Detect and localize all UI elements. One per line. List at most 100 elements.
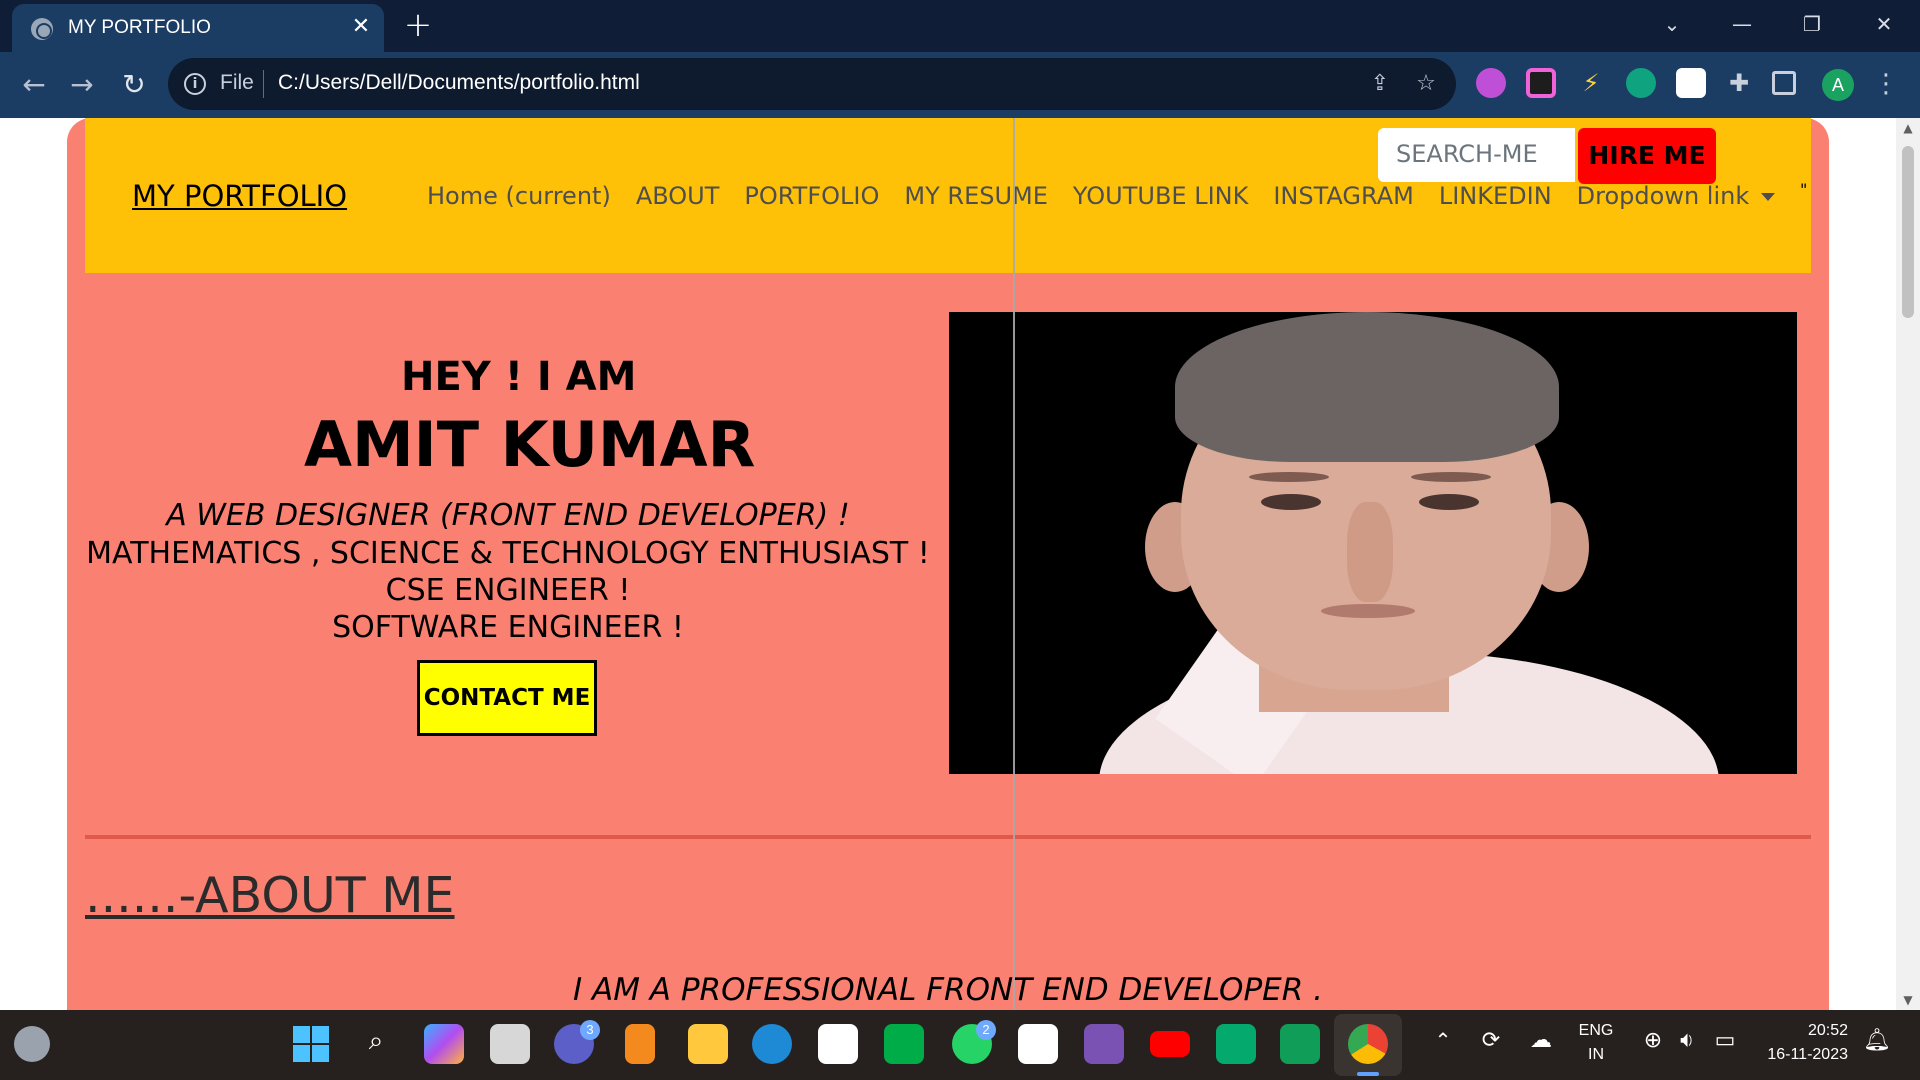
sync-icon[interactable]: ⟳ [1476, 1028, 1506, 1053]
browser-toolbar: ← → ↻ i File C:/Users/Dell/Documents/por… [0, 52, 1920, 118]
vertical-guide-line [1013, 118, 1015, 1010]
forward-arrow-icon[interactable]: → [64, 68, 100, 104]
youtube-icon[interactable] [1150, 1031, 1190, 1057]
dropdown-label: Dropdown link [1576, 182, 1750, 210]
windows-taskbar: ⌕ 3 2 ⌃ ⟳ ☁ ENG IN ⊕ 🔉︎ ▭ 20:52 16-11-20… [0, 1010, 1920, 1080]
language-line1[interactable]: ENG [1576, 1022, 1616, 1040]
clock-date[interactable]: 16-11-2023 [1748, 1046, 1848, 1064]
teams-badge: 3 [580, 1020, 600, 1040]
address-separator [263, 70, 264, 98]
onedrive-cloud-icon[interactable]: ☁ [1524, 1028, 1558, 1053]
bootstrap-icon[interactable] [1084, 1024, 1124, 1064]
back-arrow-icon[interactable]: ← [16, 68, 52, 104]
role-text: A WEB DESIGNER (FRONT END DEVELOPER) ! [166, 498, 850, 533]
chevron-up-icon[interactable]: ⌃ [1428, 1028, 1458, 1052]
about-heading: ......-ABOUT ME [85, 867, 455, 924]
extension-grammar-icon[interactable] [1676, 68, 1706, 98]
minimize-icon[interactable]: — [1720, 6, 1764, 42]
scroll-thumb[interactable] [1902, 146, 1914, 318]
meet-icon[interactable] [884, 1024, 924, 1064]
page-viewport: MY PORTFOLIO Home (current) ABOUT PORTFO… [0, 118, 1896, 1010]
extension-chatgpt-icon[interactable] [1626, 68, 1656, 98]
bookmark-star-icon[interactable]: ☆ [1412, 70, 1440, 98]
photo-eye-right [1419, 494, 1479, 510]
greeting-heading: HEY ! I AM [401, 354, 637, 400]
cse-text: CSE ENGINEER ! [385, 573, 631, 608]
share-icon[interactable]: ⇪ [1366, 70, 1394, 98]
w3schools-icon[interactable] [1216, 1024, 1256, 1064]
nav-dropdown[interactable]: Dropdown link [1577, 182, 1776, 210]
file-label: File [220, 71, 254, 94]
extension-circle-icon[interactable] [1526, 68, 1556, 98]
network-globe-icon[interactable]: ⊕ [1638, 1028, 1668, 1053]
menu-kebab-icon[interactable]: ⋮ [1872, 66, 1900, 102]
hire-me-button[interactable]: HIRE ME [1578, 128, 1716, 184]
side-panel-icon[interactable] [1772, 71, 1796, 95]
close-window-icon[interactable]: ✕ [1862, 6, 1906, 42]
photo-brow-right [1411, 472, 1491, 482]
interests-text: MATHEMATICS , SCIENCE & TECHNOLOGY ENTHU… [86, 536, 930, 571]
url-text[interactable]: C:/Users/Dell/Documents/portfolio.html [278, 71, 640, 95]
browser-tabstrip: MY PORTFOLIO ✕ + ⌄ — ❐ ✕ [0, 0, 1920, 52]
file-explorer-icon[interactable] [688, 1024, 728, 1064]
nav-link-about[interactable]: ABOUT [636, 182, 720, 210]
page-scrollbar[interactable]: ▲ ▼ [1896, 118, 1920, 1010]
nav-link-linkedin[interactable]: LINKEDIN [1439, 182, 1552, 210]
browser-tab[interactable]: MY PORTFOLIO ✕ [12, 4, 384, 52]
extension-bolt-icon[interactable]: ⚡ [1576, 68, 1606, 98]
brand-link[interactable]: MY PORTFOLIO [132, 179, 347, 213]
info-icon[interactable]: i [184, 73, 206, 95]
copilot-icon[interactable] [424, 1024, 464, 1064]
scroll-up-arrow-icon[interactable]: ▲ [1896, 118, 1920, 138]
start-windows-icon[interactable] [291, 1024, 331, 1064]
battery-icon[interactable]: ▭ [1710, 1028, 1740, 1053]
close-tab-icon[interactable]: ✕ [346, 12, 376, 42]
scroll-down-arrow-icon[interactable]: ▼ [1896, 990, 1920, 1010]
profile-photo [949, 312, 1797, 774]
nav-link-resume[interactable]: MY RESUME [904, 182, 1048, 210]
name-heading: AMIT KUMAR [304, 408, 756, 481]
extensions-puzzle-icon[interactable]: ✚ [1724, 68, 1754, 98]
language-line2[interactable]: IN [1576, 1046, 1616, 1064]
about-tagline: I AM A PROFESSIONAL FRONT END DEVELOPER … [573, 972, 1323, 1008]
photo-hair [1175, 312, 1559, 462]
weather-icon[interactable] [14, 1026, 50, 1062]
nav-link-portfolio[interactable]: PORTFOLIO [744, 182, 879, 210]
nav-link-instagram[interactable]: INSTAGRAM [1273, 182, 1413, 210]
classroom-icon[interactable] [1280, 1024, 1320, 1064]
sublime-text-icon[interactable] [625, 1024, 655, 1064]
search-icon[interactable]: ⌕ [356, 1026, 396, 1057]
caret-down-icon [1761, 193, 1776, 201]
profile-avatar[interactable]: A [1822, 69, 1854, 101]
photo-nose [1347, 502, 1393, 602]
task-view-icon[interactable] [490, 1024, 530, 1064]
store-icon[interactable] [818, 1024, 858, 1064]
notification-bell-icon[interactable]: 🔔︎ [1862, 1028, 1892, 1053]
portfolio-page: MY PORTFOLIO Home (current) ABOUT PORTFO… [67, 118, 1829, 1010]
tab-title: MY PORTFOLIO [68, 17, 211, 38]
clock-time[interactable]: 20:52 [1758, 1022, 1848, 1040]
volume-icon[interactable]: 🔉︎ [1672, 1028, 1702, 1053]
nav-link-home[interactable]: Home (current) [427, 182, 611, 210]
screen: MY PORTFOLIO ✕ + ⌄ — ❐ ✕ ← → ↻ i File C:… [0, 0, 1920, 1080]
section-divider [85, 835, 1811, 839]
extension-brain-icon[interactable] [1476, 68, 1506, 98]
photo-brow-left [1249, 472, 1329, 482]
active-indicator [1357, 1072, 1379, 1076]
photo-eye-left [1261, 494, 1321, 510]
nav-link-youtube[interactable]: YOUTUBE LINK [1073, 182, 1248, 210]
search-input[interactable]: SEARCH-ME [1378, 128, 1575, 182]
site-navbar: MY PORTFOLIO Home (current) ABOUT PORTFO… [85, 118, 1811, 273]
restore-icon[interactable]: ❐ [1790, 6, 1834, 42]
tab-search-chevron-icon[interactable]: ⌄ [1650, 6, 1694, 42]
contact-me-button[interactable]: CONTACT ME [417, 660, 597, 736]
edge-icon[interactable] [752, 1024, 792, 1064]
stray-quote-text: " [1800, 180, 1808, 199]
reload-icon[interactable]: ↻ [116, 68, 152, 104]
new-tab-button[interactable]: + [400, 8, 436, 44]
address-bar[interactable]: i File C:/Users/Dell/Documents/portfolio… [168, 58, 1456, 110]
globe-icon [31, 18, 53, 40]
chrome-icon[interactable] [1348, 1024, 1388, 1064]
whatsapp-badge: 2 [976, 1020, 996, 1040]
gmail-icon[interactable] [1018, 1024, 1058, 1064]
